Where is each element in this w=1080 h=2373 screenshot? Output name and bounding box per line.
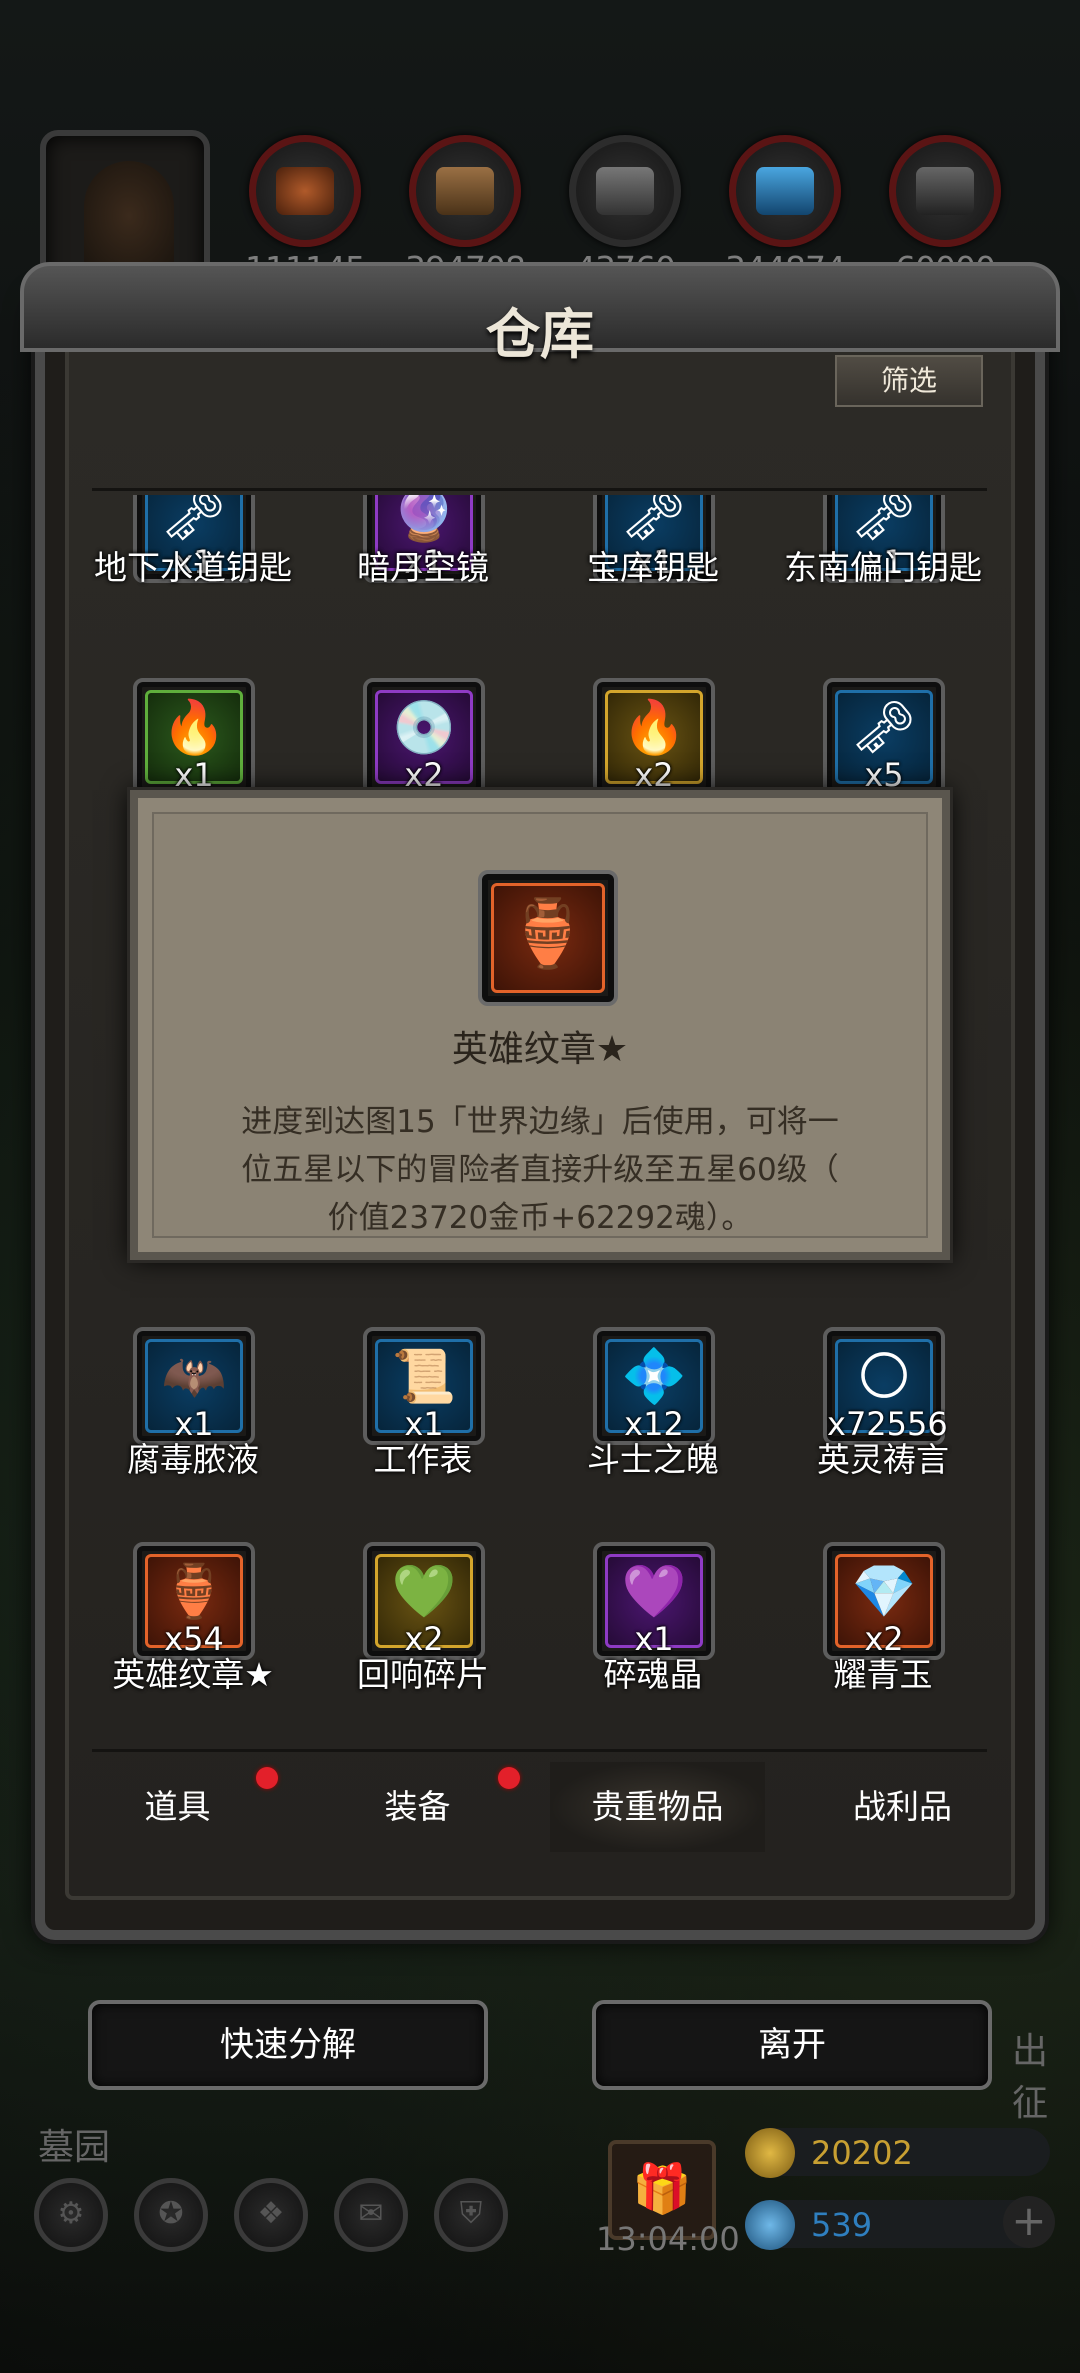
grid-item[interactable]: 🔮 x1 暗月空镜 — [308, 495, 538, 635]
grid-item[interactable]: 💎 x2 耀青玉 — [768, 1542, 998, 1712]
golden-orb-icon: 🌕 — [856, 1347, 912, 1407]
green-shard-icon: 💚 — [391, 1562, 457, 1622]
graveyard-label: 墓园 — [38, 2127, 111, 2168]
grid-item[interactable]: 💜 x1 碎魂晶 — [538, 1542, 768, 1712]
grid-item[interactable]: 🏺 x54 英雄纹章★ — [78, 1542, 308, 1712]
flame-icon: 🔥 — [161, 698, 227, 758]
key-icon: 🗝 — [850, 495, 917, 545]
item-frame: 📜 x1 — [363, 1327, 485, 1445]
bat-icon: 🦇 — [161, 1347, 227, 1407]
ore-icon — [249, 135, 361, 247]
tab-valuables[interactable]: 贵重物品 — [550, 1762, 765, 1852]
item-frame: 💚 x2 — [363, 1542, 485, 1660]
tabs-divider — [92, 1749, 987, 1752]
steel-icon — [889, 135, 1001, 247]
notification-dot — [256, 1767, 278, 1789]
tab-equipment[interactable]: 装备 — [310, 1762, 525, 1852]
item-detail-popup[interactable]: 🏺 英雄纹章★ 进度到达图15「世界边缘」后使用，可将一 位五星以下的冒险者直接… — [130, 790, 950, 1260]
soul-orb-icon: 💠 — [621, 1347, 687, 1407]
grid-item[interactable]: 🗝 x1 地下水道钥匙 — [78, 495, 308, 635]
gem-icon — [745, 2200, 795, 2250]
gift-timer: 13:04:00 — [596, 2220, 740, 2258]
popup-item-icon: 🏺 — [478, 870, 618, 1006]
scroll-icon: 📜 — [391, 1347, 457, 1407]
quick-decompose-button[interactable]: 快速分解 — [88, 2000, 488, 2090]
item-label: 耀青玉 — [833, 1655, 933, 1694]
flame-icon: 🔥 — [621, 698, 687, 758]
plus-icon[interactable]: + — [1003, 2196, 1055, 2248]
desc-line: 进度到达图15「世界边缘」后使用，可将一 — [241, 1104, 839, 1140]
page-title: 仓库 — [486, 303, 594, 366]
avatar-silhouette — [84, 161, 174, 271]
gold-counter: 20202 — [745, 2128, 1050, 2178]
tab-loot[interactable]: 战利品 — [795, 1762, 1010, 1852]
crystal-icon — [729, 135, 841, 247]
divider — [92, 488, 987, 491]
desc-line: 位五星以下的冒险者直接升级至五星60级（ — [241, 1152, 839, 1188]
item-count: x2 — [404, 756, 444, 794]
item-frame: 🏺 x54 — [133, 1542, 255, 1660]
wood-icon — [409, 135, 521, 247]
gem-value: 539 — [811, 2206, 873, 2244]
item-frame: 🔥 x2 — [593, 678, 715, 796]
item-label: 东南偏门钥匙 — [784, 548, 982, 587]
mirror-icon: 🔮 — [391, 495, 457, 545]
popup-description: 进度到达图15「世界边缘」后使用，可将一 位五星以下的冒险者直接升级至五星60级… — [198, 1098, 882, 1242]
leave-button[interactable]: 离开 — [592, 2000, 992, 2090]
item-frame: 💿 x2 — [363, 678, 485, 796]
key-icon: 🗝 — [850, 698, 917, 758]
item-frame: 💠 x12 — [593, 1327, 715, 1445]
item-frame: 🌕 x72556 — [823, 1327, 948, 1445]
item-label: 英灵祷言 — [817, 1440, 949, 1479]
gear-icon[interactable]: ⚙ — [34, 2178, 108, 2252]
jade-icon: 💎 — [851, 1562, 917, 1622]
star-icon[interactable]: ✪ — [134, 2178, 208, 2252]
item-frame: 💎 x2 — [823, 1542, 945, 1660]
rank-icon[interactable]: ❖ — [234, 2178, 308, 2252]
grid-item[interactable]: 🗝 x1 宝库钥匙 — [538, 495, 768, 635]
gold-coin-icon — [745, 2128, 795, 2178]
filter-button[interactable]: 筛选 — [835, 355, 983, 407]
notification-dot — [498, 1767, 520, 1789]
grid-item[interactable]: 🗝 x1 东南偏门钥匙 — [768, 495, 998, 635]
emblem-icon: 🏺 — [161, 1562, 227, 1622]
key-icon: 🗝 — [620, 495, 687, 545]
coin-icon: 💿 — [391, 698, 457, 758]
sortie-label: 出征 — [1012, 2031, 1049, 2124]
grid-item[interactable]: 🦇 x1 腐毒脓液 — [78, 1327, 308, 1497]
item-count: x2 — [634, 756, 674, 794]
grid-item[interactable]: 💠 x12 斗士之魄 — [538, 1327, 768, 1497]
desc-line: 价值23720金币+62292魂）。 — [327, 1200, 753, 1236]
key-icon: 🗝 — [160, 495, 227, 545]
item-count: x1 — [174, 756, 214, 794]
grid-item[interactable]: 🌕 x72556 英灵祷言 — [768, 1327, 998, 1497]
shield-icon[interactable]: ⛨ — [434, 2178, 508, 2252]
emblem-icon: 🏺 — [506, 895, 590, 972]
grid-item[interactable]: 💚 x2 回响碎片 — [308, 1542, 538, 1712]
tab-items[interactable]: 道具 — [70, 1762, 285, 1852]
grid-item[interactable]: 📜 x1 工作表 — [308, 1327, 538, 1497]
mail-icon[interactable]: ✉ — [334, 2178, 408, 2252]
item-frame: 🔥 x1 — [133, 678, 255, 796]
item-frame: 💜 x1 — [593, 1542, 715, 1660]
iron-icon — [569, 135, 681, 247]
gold-value: 20202 — [811, 2134, 913, 2172]
item-frame: 🦇 x1 — [133, 1327, 255, 1445]
item-frame: 🗝 x5 — [823, 678, 945, 796]
item-count: x5 — [864, 756, 904, 794]
purple-crystal-icon: 💜 — [621, 1562, 687, 1622]
popup-title: 英雄纹章★ — [451, 1029, 629, 1070]
